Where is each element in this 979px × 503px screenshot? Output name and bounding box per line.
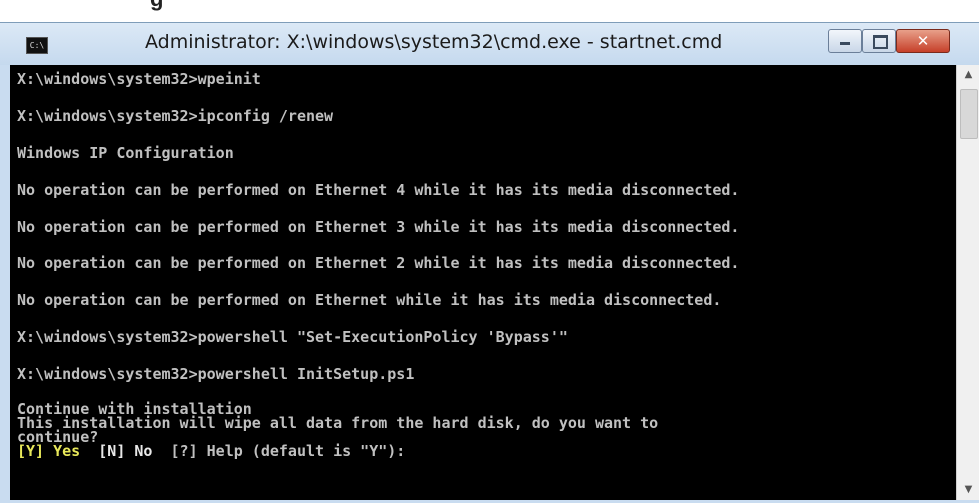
console-line: No operation can be performed on Etherne… xyxy=(17,218,740,236)
cmd-window[interactable]: C:\ Administrator: X:\windows\system32\c… xyxy=(0,22,979,503)
maximize-icon xyxy=(873,35,888,49)
console-line: X:\windows\system32>powershell "Set-Exec… xyxy=(17,328,568,346)
console-line: No operation can be performed on Etherne… xyxy=(17,181,740,199)
console-line: This installation will wipe all data fro… xyxy=(17,414,659,432)
vertical-scrollbar[interactable]: ▲ ▼ xyxy=(956,65,979,500)
minimize-button[interactable] xyxy=(828,29,862,53)
console-line: X:\windows\system32>powershell InitSetup… xyxy=(17,365,415,383)
console-line: No operation can be performed on Etherne… xyxy=(17,254,740,272)
page-heading-fragment: g xyxy=(150,0,163,12)
cmd-app-icon[interactable]: C:\ xyxy=(26,37,48,54)
console-line: X:\windows\system32>ipconfig /renew xyxy=(17,107,334,125)
prompt-help-text: [?] Help (default is "Y"): xyxy=(170,442,406,460)
console-line: No operation can be performed on Etherne… xyxy=(17,291,722,309)
scroll-thumb[interactable] xyxy=(960,89,978,139)
console-output[interactable]: X:\windows\system32>wpeinit X:\windows\s… xyxy=(10,65,956,500)
title-bar[interactable]: C:\ Administrator: X:\windows\system32\c… xyxy=(0,23,979,65)
scroll-up-icon[interactable]: ▲ xyxy=(957,65,979,85)
window-title: Administrator: X:\windows\system32\cmd.e… xyxy=(145,31,723,53)
page: g C:\ Administrator: X:\windows\system32… xyxy=(0,0,979,503)
scroll-down-icon[interactable]: ▼ xyxy=(957,480,979,500)
console-line: X:\windows\system32>wpeinit xyxy=(17,70,261,88)
install-prompt-line[interactable]: [Y] Yes [N] No [?] Help (default is "Y")… xyxy=(17,443,405,460)
close-button[interactable]: ✕ xyxy=(896,29,950,53)
console-line: Windows IP Configuration xyxy=(17,144,234,162)
prompt-yes-option[interactable]: [Y] Yes xyxy=(17,442,80,460)
prompt-no-option[interactable]: [N] No xyxy=(98,442,152,460)
close-icon: ✕ xyxy=(916,32,930,50)
minimize-icon xyxy=(840,42,850,45)
maximize-button[interactable] xyxy=(862,29,896,53)
